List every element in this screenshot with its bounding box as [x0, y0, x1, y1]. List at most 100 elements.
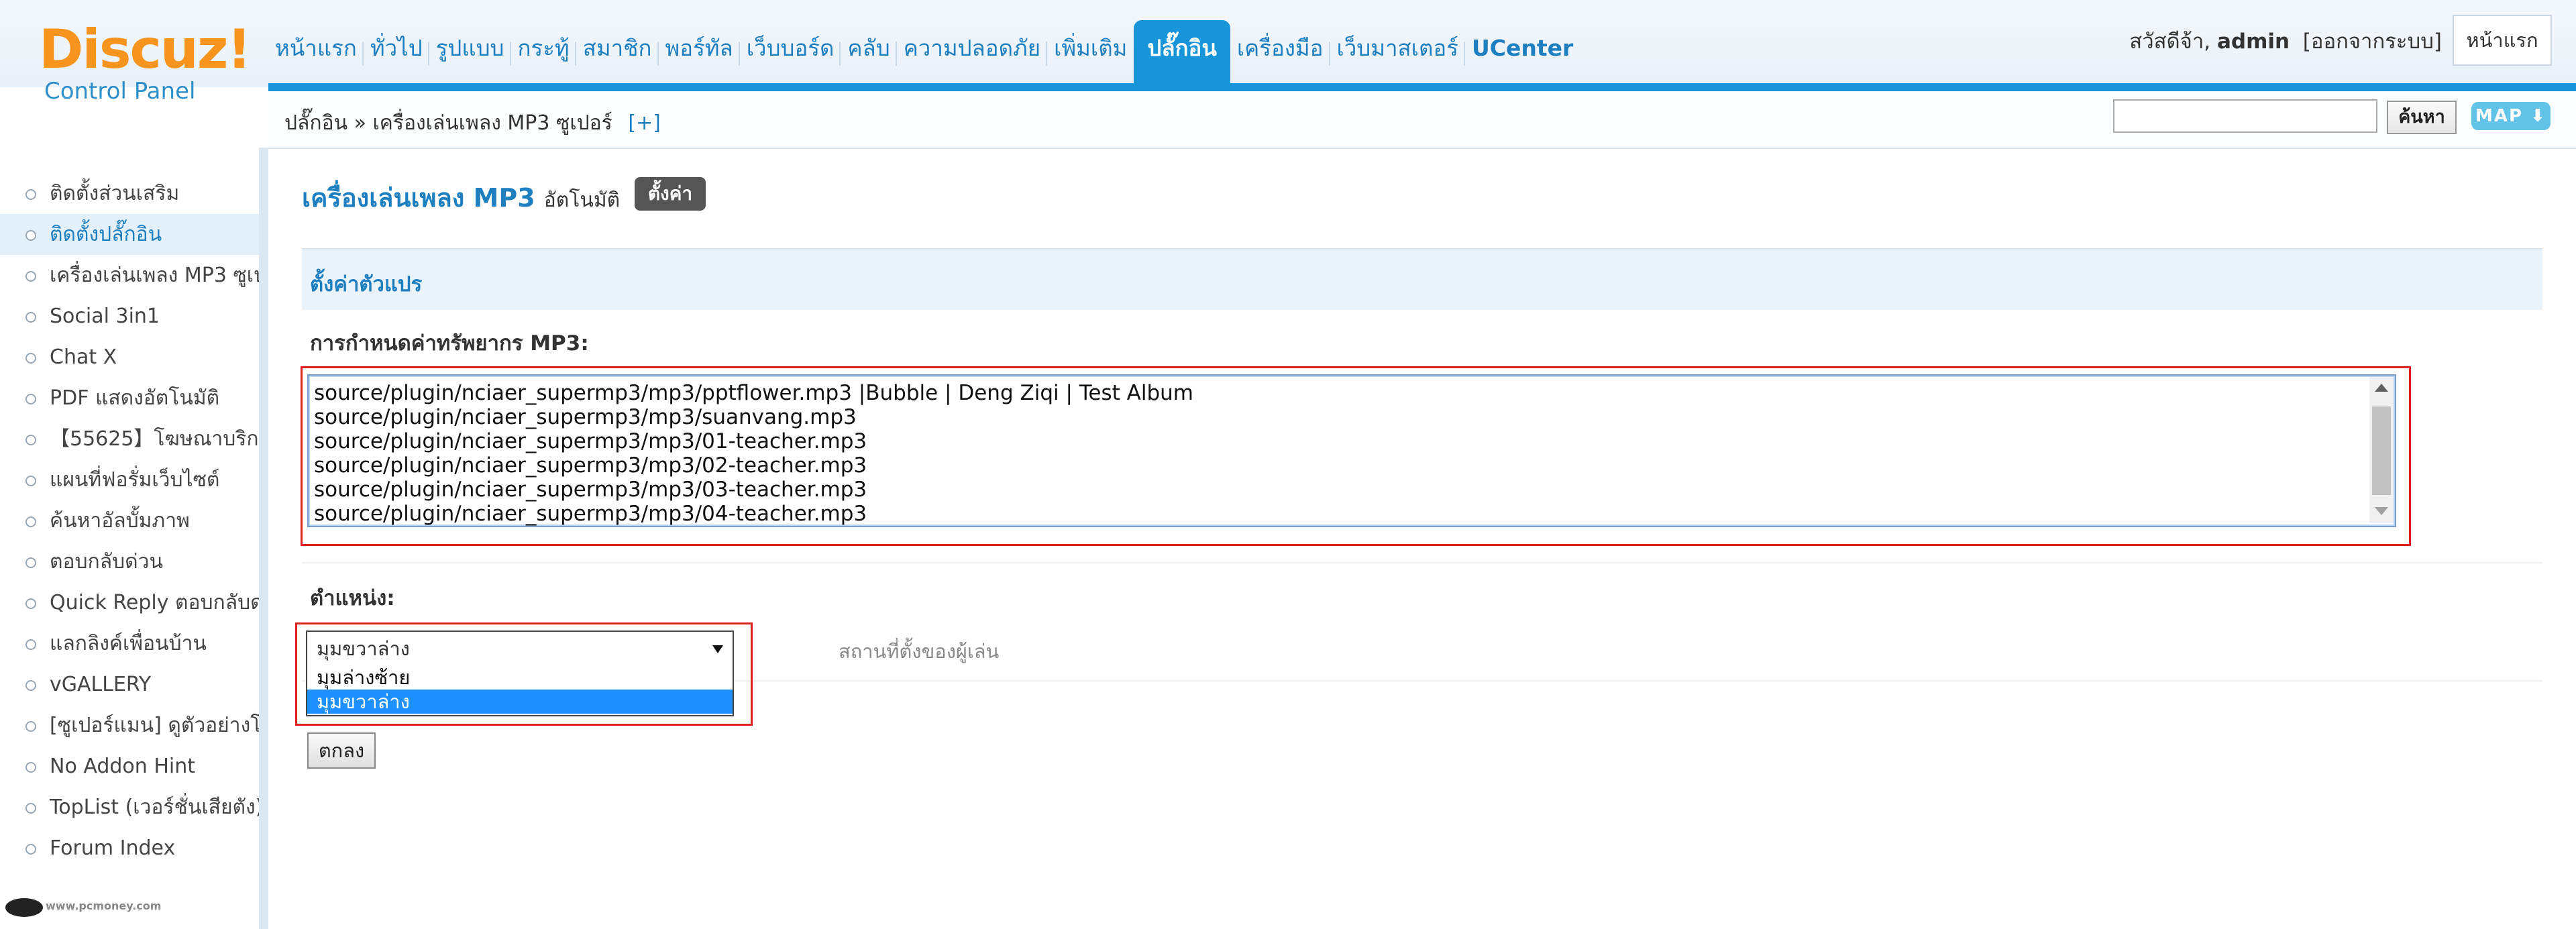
textarea-content: source/plugin/nciaer_supermp3/mp3/pptflo…	[314, 381, 1193, 526]
greeting: สวัสดีจ้า,	[2129, 30, 2211, 54]
sidebar-item[interactable]: PDF แสดงอัตโนมัติ	[0, 378, 259, 419]
nav-item[interactable]: คลับ	[839, 20, 896, 87]
dropdown-arrow-icon	[712, 645, 723, 653]
nav-item[interactable]: สมาชิก	[574, 20, 659, 87]
section-header: ตั้งค่าตัวแปร	[302, 248, 2542, 310]
sidebar-item[interactable]: vGALLERY	[0, 664, 259, 705]
sidebar-menu: ติดตั้งส่วนเสริมติดตั้งปลั๊กอินเครื่องเล…	[0, 173, 259, 869]
logo-subtitle: Control Panel	[44, 78, 196, 105]
textarea-line: source/plugin/nciaer_supermp3/mp3/03-tea…	[314, 478, 867, 502]
bullet-icon	[25, 353, 36, 364]
sidebar-item[interactable]: [ซูเปอร์แมน] ดูตัวอย่างโ	[0, 705, 259, 746]
sidebar-item-label: ค้นหาอัลบั้มภาพ	[50, 509, 190, 533]
sidebar-item[interactable]: แผนที่ฟอรั่มเว็บไซต์	[0, 459, 259, 500]
bullet-icon	[25, 680, 36, 691]
page-title: เครื่องเล่นเพลง MP3 อัตโนมัติ	[302, 177, 620, 218]
sidebar-item-label: 【55625】โฆษณาบริกา	[50, 427, 259, 451]
sidebar-item[interactable]: Social 3in1	[0, 296, 259, 337]
discuz-logo[interactable]: Discuz! Control Panel	[39, 23, 252, 117]
bullet-icon	[25, 230, 36, 241]
scroll-thumb[interactable]	[2372, 406, 2391, 495]
footer-logo: www.pcmoney.com	[5, 895, 161, 925]
plugin-title: เครื่องเล่นเพลง MP3	[302, 183, 535, 213]
user-info: สวัสดีจ้า, admin [ออกจากระบบ]	[2129, 24, 2442, 58]
nav-item[interactable]: UCenter	[1463, 20, 1580, 87]
nav-item[interactable]: พอร์ทัล	[657, 20, 740, 87]
bullet-icon	[25, 189, 36, 200]
sidebar-item-label: ติดตั้งปลั๊กอิน	[50, 223, 162, 246]
sidebar-item[interactable]: TopList (เวอร์ชั่นเสียตัง)	[0, 787, 259, 828]
footer-logo-text: www.pcmoney.com	[46, 899, 162, 912]
bullet-icon	[25, 557, 36, 568]
scroll-down-icon[interactable]	[2375, 507, 2388, 515]
bullet-icon	[25, 312, 36, 323]
bullet-icon	[25, 476, 36, 486]
position-hint: สถานที่ตั้งของผู้เล่น	[839, 640, 1000, 663]
bullet-icon	[25, 271, 36, 282]
nav-underline	[268, 83, 2576, 91]
sidebar-item[interactable]: เครื่องเล่นเพลง MP3 ซูเป	[0, 255, 259, 296]
nav-item[interactable]: รูปแบบ	[427, 20, 511, 87]
nav-item[interactable]: ทั่วไป	[362, 20, 429, 87]
nav-item[interactable]: เว็บบอร์ด	[738, 20, 841, 87]
bullet-icon	[25, 639, 36, 650]
sidebar-item[interactable]: Chat X	[0, 337, 259, 378]
breadcrumb: ปลั๊กอิน » เครื่องเล่นเพลง MP3 ซูเปอร์ […	[284, 107, 661, 139]
textarea-line: source/plugin/nciaer_supermp3/mp3/01-tea…	[314, 429, 867, 453]
nav-item[interactable]: ความปลอดภัย	[895, 20, 1047, 87]
sidebar-item-label: ตอบกลับด่วน	[50, 550, 163, 573]
textarea-line: source/plugin/nciaer_supermp3/mp3/pptflo…	[314, 381, 1194, 405]
bullet-icon	[25, 598, 36, 609]
sidebar-item-label: Quick Reply ตอบกลับด่	[50, 591, 259, 614]
sidebar-item[interactable]: No Addon Hint	[0, 746, 259, 787]
submit-button[interactable]: ตกลง	[307, 732, 376, 769]
sidebar-item[interactable]: ค้นหาอัลบั้มภาพ	[0, 500, 259, 541]
plugin-subtitle: อัตโนมัติ	[543, 188, 621, 212]
sidebar-item[interactable]: 【55625】โฆษณาบริกา	[0, 419, 259, 459]
footer-logo-badge	[5, 898, 43, 917]
dropdown-option[interactable]: มุมล่างซ้าย	[307, 665, 733, 690]
position-select[interactable]: มุมขวาล่าง	[306, 631, 734, 667]
search-button[interactable]: ค้นหา	[2387, 101, 2457, 134]
sidebar-item[interactable]: ติดตั้งส่วนเสริม	[0, 173, 259, 214]
search-input[interactable]	[2113, 99, 2377, 133]
sidebar-item[interactable]: แลกลิงค์เพื่อนบ้าน	[0, 623, 259, 664]
username[interactable]: admin	[2217, 30, 2290, 54]
settings-button[interactable]: ตั้งค่า	[635, 177, 706, 211]
mp3-config-textarea[interactable]: source/plugin/nciaer_supermp3/mp3/pptflo…	[307, 374, 2396, 527]
sidebar-item[interactable]: Forum Index	[0, 828, 259, 869]
home-button[interactable]: หน้าแรก	[2453, 15, 2552, 66]
map-button[interactable]: MAP ⬇	[2471, 102, 2551, 130]
sidebar-item-label: [ซูเปอร์แมน] ดูตัวอย่างโ	[50, 714, 259, 737]
sidebar-item-label: Chat X	[50, 345, 117, 369]
sidebar-item-label: Social 3in1	[50, 305, 160, 328]
breadcrumb-text: ปลั๊กอิน » เครื่องเล่นเพลง MP3 ซูเปอร์	[284, 111, 612, 135]
textarea-scrollbar[interactable]	[2369, 377, 2394, 523]
bullet-icon	[25, 394, 36, 404]
sidebar-item[interactable]: ตอบกลับด่วน	[0, 541, 259, 582]
textarea-line: source/plugin/nciaer_supermp3/mp3/04-tea…	[314, 502, 867, 526]
nav-item[interactable]: ปลั๊กอิน	[1134, 20, 1230, 87]
main-content: เครื่องเล่นเพลง MP3 อัตโนมัติ ตั้งค่า ตั…	[268, 148, 2576, 929]
section-title: ตั้งค่าตัวแปร	[310, 272, 423, 296]
sidebar-item[interactable]: ติดตั้งปลั๊กอิน	[0, 214, 259, 255]
sidebar: ติดตั้งส่วนเสริมติดตั้งปลั๊กอินเครื่องเล…	[0, 148, 268, 929]
sidebar-item[interactable]: Quick Reply ตอบกลับด่	[0, 582, 259, 623]
nav-item[interactable]: เพิ่มเติม	[1046, 20, 1134, 87]
logout-link[interactable]: [ออกจากระบบ]	[2303, 30, 2442, 54]
bullet-icon	[25, 516, 36, 527]
sidebar-item-label: No Addon Hint	[50, 755, 195, 778]
sidebar-item-label: แลกลิงค์เพื่อนบ้าน	[50, 632, 207, 655]
sidebar-item-label: เครื่องเล่นเพลง MP3 ซูเป	[50, 264, 259, 287]
scroll-up-icon[interactable]	[2375, 384, 2388, 392]
bullet-icon	[25, 435, 36, 445]
header: Discuz! Control Panel หน้าแรก ทั่วไป รูปแบ…	[0, 0, 2576, 105]
sidebar-item-label: PDF แสดงอัตโนมัติ	[50, 386, 220, 410]
breadcrumb-add-link[interactable]: [+]	[628, 111, 661, 135]
nav-item[interactable]: กระทู้	[509, 20, 576, 87]
nav-item[interactable]: หน้าแรก	[268, 20, 364, 87]
nav-item[interactable]: เว็บมาสเตอร์	[1328, 20, 1465, 87]
dropdown-option[interactable]: มุมขวาล่าง	[307, 690, 733, 714]
nav-item[interactable]: เครื่องมือ	[1230, 20, 1330, 87]
sidebar-item-label: แผนที่ฟอรั่มเว็บไซต์	[50, 468, 220, 492]
